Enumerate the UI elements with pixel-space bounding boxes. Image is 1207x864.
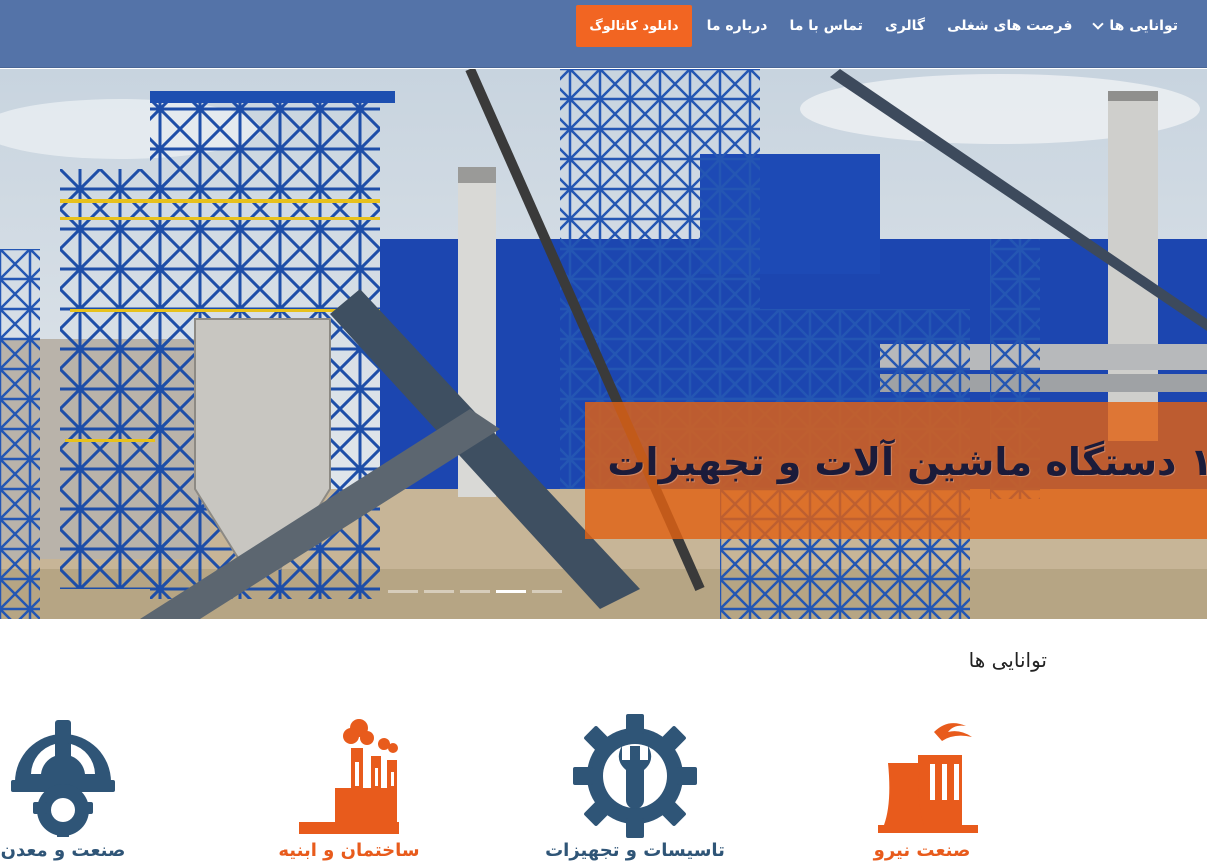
ability-card-construction[interactable]: ساختمان و ابنیه xyxy=(249,712,449,864)
ability-card-power[interactable]: صنعت نیرو xyxy=(822,712,1022,864)
ability-card-mining[interactable]: صنعت و معدن xyxy=(0,712,163,864)
nav-item-abilities[interactable]: توانایی ها xyxy=(1083,5,1189,47)
ability-card-installations[interactable]: تاسیسات و تجهیزات xyxy=(535,712,735,864)
slider-indicators xyxy=(388,590,562,593)
slide-indicator[interactable] xyxy=(424,590,454,593)
power-plant-icon xyxy=(878,723,978,833)
ability-card-power-label: صنعت نیرو xyxy=(873,840,971,861)
ability-card-installations-label: تاسیسات و تجهیزات xyxy=(545,840,725,861)
top-navbar: توانایی ها فرصت های شغلی گالری تماس با م… xyxy=(0,0,1207,68)
ability-card-construction-label: ساختمان و ابنیه xyxy=(278,840,420,861)
slide-indicator[interactable] xyxy=(388,590,418,593)
gear-wrench-icon xyxy=(573,714,697,838)
ability-card-mining-label: صنعت و معدن xyxy=(0,840,126,861)
slide-caption: ۱ دستگاه ماشین آلات و تجهیزات xyxy=(607,440,1207,484)
nav-item-about[interactable]: درباره ما xyxy=(696,5,779,47)
nav-item-about-label: درباره ما xyxy=(706,18,768,34)
slide-indicator[interactable] xyxy=(532,590,562,593)
nav-item-abilities-label: توانایی ها xyxy=(1109,18,1178,34)
slide-indicator-active[interactable] xyxy=(496,590,526,593)
hero-slider[interactable]: ۱ دستگاه ماشین آلات و تجهیزات xyxy=(0,69,1207,619)
hardhat-gear-icon xyxy=(11,720,115,837)
nav-item-careers-label: فرصت های شغلی xyxy=(947,18,1073,34)
factory-icon xyxy=(299,719,399,834)
nav-item-gallery-label: گالری xyxy=(884,18,926,34)
nav-menu: توانایی ها فرصت های شغلی گالری تماس با م… xyxy=(576,5,1189,47)
nav-item-contact[interactable]: تماس با ما xyxy=(778,5,873,47)
download-catalog-button[interactable]: دانلود کاتالوگ xyxy=(576,5,692,47)
download-catalog-label: دانلود کاتالوگ xyxy=(589,18,679,34)
chevron-down-icon xyxy=(1092,17,1105,30)
slide-caption-box: ۱ دستگاه ماشین آلات و تجهیزات xyxy=(585,402,1207,539)
slide-indicator[interactable] xyxy=(460,590,490,593)
nav-item-careers[interactable]: فرصت های شغلی xyxy=(936,5,1083,47)
nav-item-contact-label: تماس با ما xyxy=(789,18,863,34)
nav-item-gallery[interactable]: گالری xyxy=(874,5,936,47)
abilities-section-title: توانایی ها xyxy=(968,648,1047,672)
